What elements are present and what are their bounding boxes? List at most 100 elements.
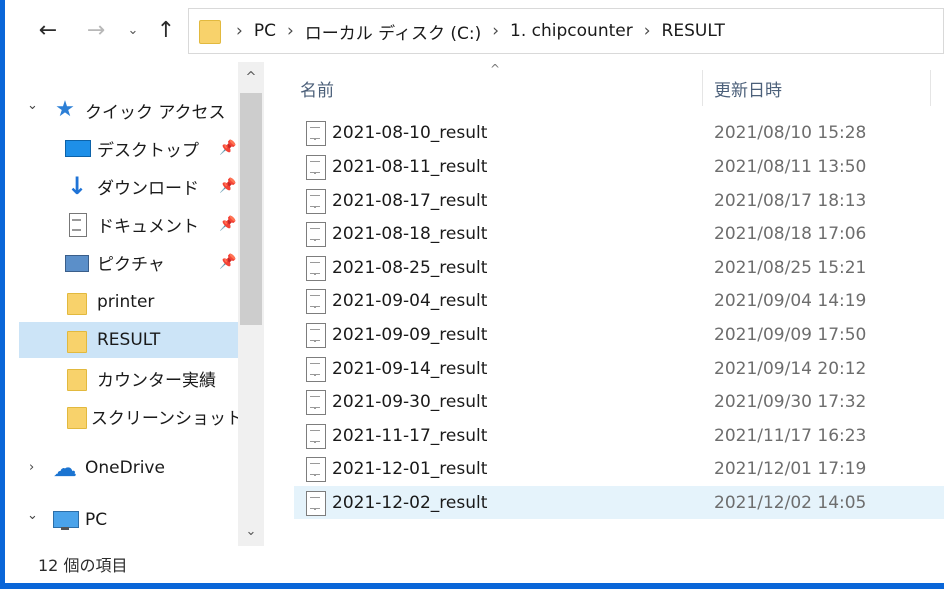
file-row[interactable]: 2021-12-02_result 2021/12/02 14:05 [294, 486, 944, 519]
breadcrumb-separator-icon[interactable]: › [492, 21, 499, 41]
sidebar-item-onedrive[interactable]: ☁ OneDrive [53, 450, 243, 486]
pin-icon: 📌 [219, 216, 237, 232]
sidebar-item-label: デスクトップ [97, 140, 199, 161]
file-icon [306, 222, 326, 247]
sidebar-item-label: ピクチャ [97, 254, 165, 275]
file-icon [306, 289, 326, 314]
file-row[interactable]: 2021-08-25_result 2021/08/25 15:21 [294, 251, 944, 284]
file-icon [306, 424, 326, 449]
file-name: 2021-09-04_result [332, 290, 488, 311]
arrow-right-icon: → [86, 17, 106, 43]
breadcrumb-pc[interactable]: PC [254, 21, 276, 41]
file-modified: 2021/09/14 20:12 [714, 358, 867, 379]
file-row[interactable]: 2021-09-09_result 2021/09/09 17:50 [294, 318, 944, 351]
sidebar-item-quick-access[interactable]: ★ クイック アクセス [53, 92, 243, 128]
sidebar-item-label: カウンター実績 [97, 370, 216, 391]
file-row[interactable]: 2021-09-30_result 2021/09/30 17:32 [294, 385, 944, 418]
file-row[interactable]: 2021-09-04_result 2021/09/04 14:19 [294, 284, 944, 317]
file-name: 2021-09-30_result [332, 391, 488, 412]
file-row[interactable]: 2021-09-14_result 2021/09/14 20:12 [294, 352, 944, 385]
breadcrumb-chipcounter[interactable]: 1. chipcounter [510, 21, 633, 41]
file-row[interactable]: 2021-08-11_result 2021/08/11 13:50 [294, 150, 944, 183]
forward-button[interactable]: → [81, 14, 111, 46]
sidebar-item-screenshots[interactable]: スクリーンショット [65, 398, 243, 434]
sidebar-item-label: printer [97, 292, 155, 312]
sort-ascending-icon: ^ [490, 62, 501, 76]
address-bar[interactable]: › PC › ローカル ディスク (C:) › 1. chipcounter ›… [188, 8, 944, 54]
chevron-right-icon[interactable]: › [29, 460, 34, 475]
cloud-icon: ☁ [53, 454, 77, 482]
file-name: 2021-08-10_result [332, 122, 488, 143]
file-name: 2021-08-25_result [332, 257, 488, 278]
up-button[interactable]: ↑ [151, 14, 181, 46]
column-divider[interactable] [702, 70, 703, 106]
sidebar-item-label: RESULT [97, 330, 161, 350]
file-modified: 2021/11/17 16:23 [714, 425, 867, 446]
file-row[interactable]: 2021-08-17_result 2021/08/17 18:13 [294, 184, 944, 217]
file-modified: 2021/12/02 14:05 [714, 492, 867, 513]
file-modified: 2021/08/25 15:21 [714, 257, 867, 278]
pictures-icon [65, 251, 89, 273]
breadcrumb-local-disk[interactable]: ローカル ディスク (C:) [305, 19, 481, 44]
breadcrumb-result[interactable]: RESULT [662, 21, 725, 41]
file-icon [306, 323, 326, 348]
column-divider[interactable] [930, 70, 931, 106]
column-header-name[interactable]: 名前 [300, 76, 334, 101]
folder-icon [65, 405, 87, 429]
file-icon [306, 121, 326, 146]
window-border-bottom [0, 583, 944, 589]
file-icon [306, 491, 326, 516]
recent-locations-button[interactable]: ⌄ [123, 14, 143, 46]
status-bar-item-count: 12 個の項目 [38, 556, 128, 575]
file-modified: 2021/08/17 18:13 [714, 190, 867, 211]
sidebar-item-pc[interactable]: PC [53, 502, 243, 538]
file-icon [306, 457, 326, 482]
sidebar-scrollbar-thumb[interactable] [240, 93, 262, 325]
chevron-down-icon[interactable]: ⌄ [27, 98, 38, 113]
file-icon [306, 256, 326, 281]
file-row[interactable]: 2021-08-10_result 2021/08/10 15:28 [294, 116, 944, 149]
file-modified: 2021/12/01 17:19 [714, 458, 867, 479]
sidebar-item-label: OneDrive [85, 458, 165, 478]
desktop-icon [65, 137, 91, 159]
sidebar-item-downloads[interactable]: ↓ ダウンロード [65, 168, 243, 204]
sidebar-item-desktop[interactable]: デスクトップ [65, 130, 243, 166]
pin-icon: 📌 [219, 178, 237, 194]
folder-icon [65, 329, 89, 353]
file-modified: 2021/09/30 17:32 [714, 391, 867, 412]
breadcrumb-separator-icon[interactable]: › [644, 21, 651, 41]
breadcrumb-separator-icon[interactable]: › [236, 21, 243, 41]
file-modified: 2021/08/10 15:28 [714, 122, 867, 143]
computer-icon [53, 509, 79, 531]
file-name: 2021-09-14_result [332, 358, 488, 379]
pin-icon: 📌 [219, 254, 237, 270]
file-row[interactable]: 2021-11-17_result 2021/11/17 16:23 [294, 419, 944, 452]
star-icon: ★ [55, 97, 75, 122]
file-row[interactable]: 2021-08-18_result 2021/08/18 17:06 [294, 217, 944, 250]
sidebar-item-counter-results[interactable]: カウンター実績 [65, 360, 243, 396]
scroll-up-button[interactable]: ^ [238, 62, 264, 92]
arrow-left-icon: ← [38, 17, 58, 43]
file-name: 2021-12-02_result [332, 492, 488, 513]
sidebar-item-printer[interactable]: printer [65, 284, 243, 320]
back-button[interactable]: ← [33, 14, 63, 46]
sidebar-item-label: スクリーンショット [90, 408, 243, 429]
document-icon [65, 213, 89, 237]
column-header-modified[interactable]: 更新日時 [714, 76, 782, 101]
sidebar-item-documents[interactable]: ドキュメント [65, 206, 243, 242]
sidebar-item-result[interactable]: RESULT [19, 322, 243, 358]
scroll-down-button[interactable]: ⌄ [238, 516, 264, 546]
sidebar-item-label: クイック アクセス [85, 102, 226, 123]
sidebar-item-label: PC [85, 510, 108, 530]
sidebar-item-pictures[interactable]: ピクチャ [65, 244, 243, 280]
folder-icon [65, 367, 89, 391]
file-modified: 2021/09/09 17:50 [714, 324, 867, 345]
chevron-down-icon: ⌄ [245, 523, 257, 539]
chevron-down-icon[interactable]: ⌄ [27, 508, 38, 523]
file-row[interactable]: 2021-12-01_result 2021/12/01 17:19 [294, 452, 944, 485]
file-name: 2021-11-17_result [332, 425, 488, 446]
file-name: 2021-08-11_result [332, 156, 488, 177]
breadcrumb-separator-icon[interactable]: › [287, 21, 294, 41]
file-modified: 2021/08/11 13:50 [714, 156, 867, 177]
pin-icon: 📌 [219, 140, 237, 156]
